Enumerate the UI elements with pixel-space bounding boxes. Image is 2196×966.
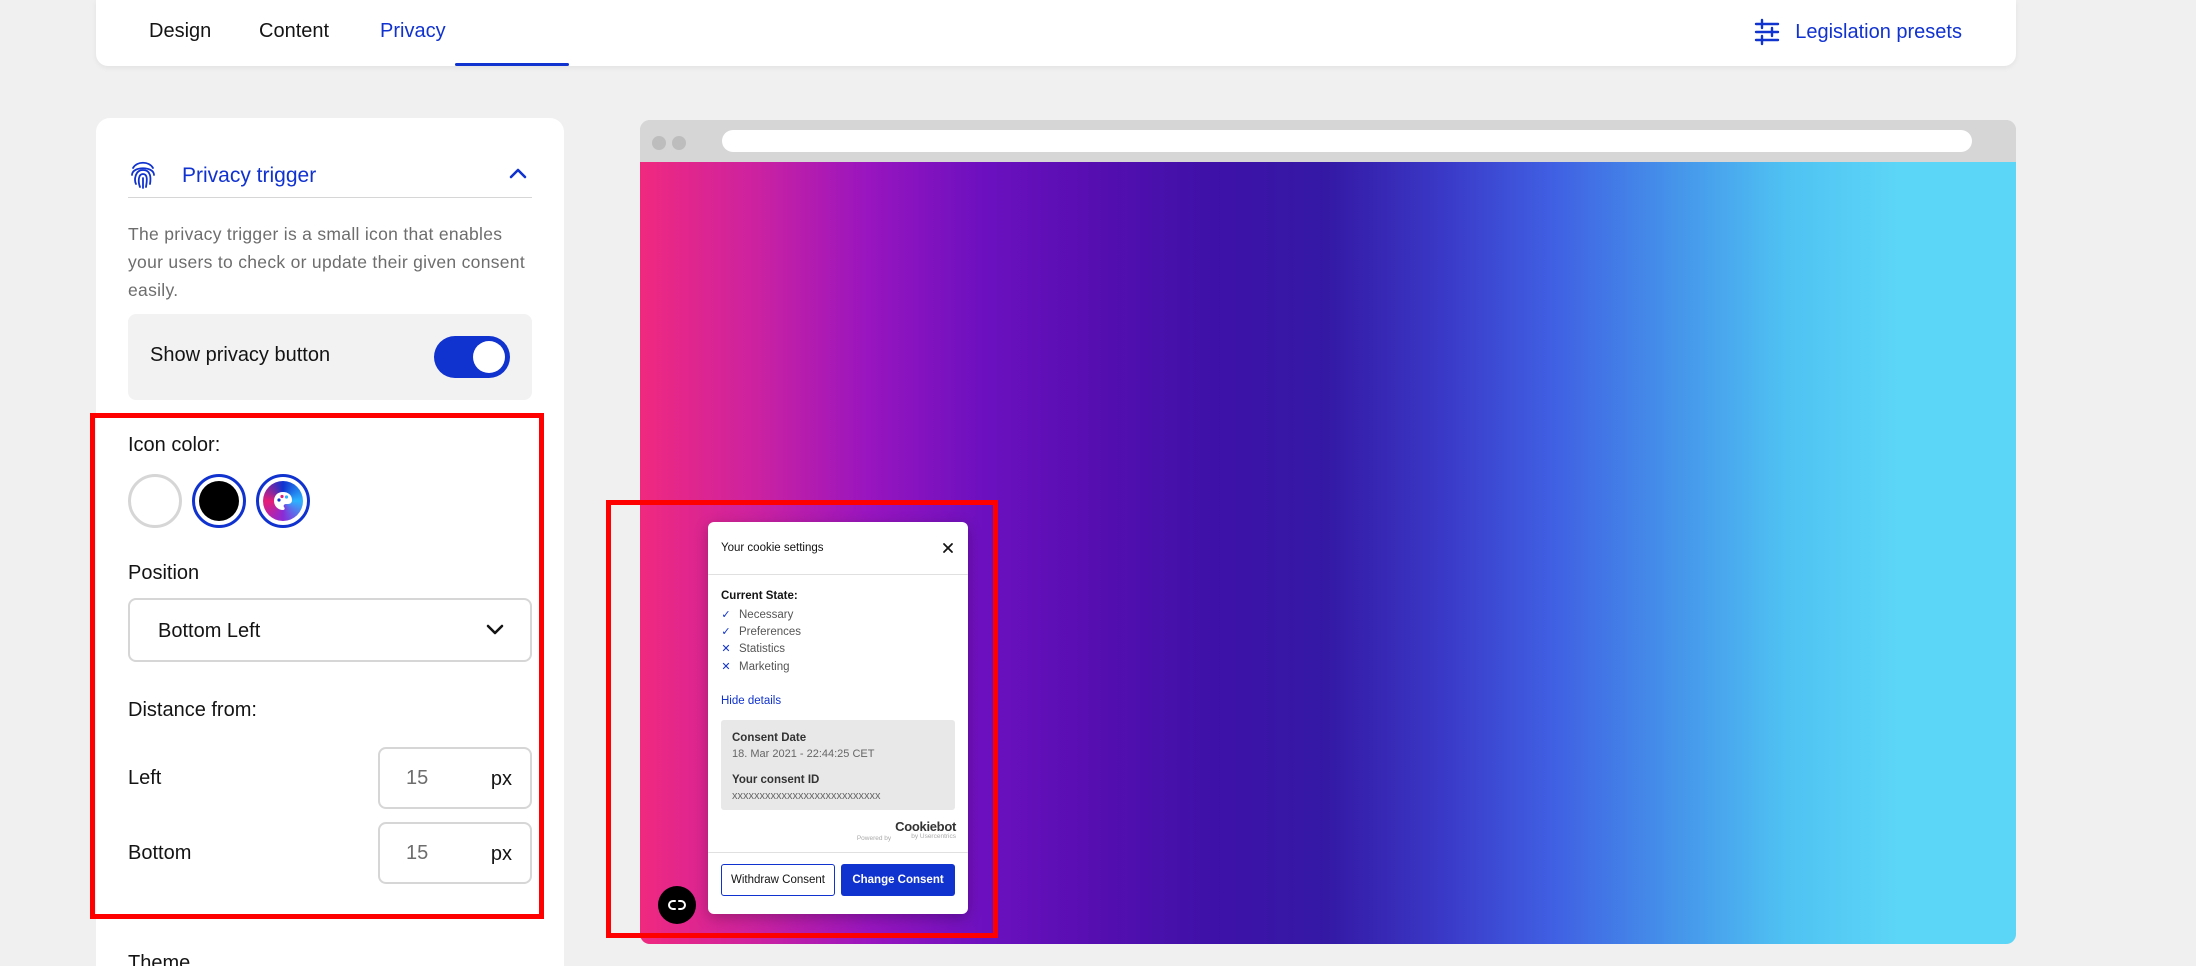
theme-label: Theme xyxy=(128,952,191,966)
gradient-stripe xyxy=(1557,162,1673,944)
check-icon: ✓ xyxy=(721,626,731,638)
consent-link-icon xyxy=(668,900,686,910)
check-icon: ✓ xyxy=(721,609,731,621)
consent-item-label: Necessary xyxy=(739,608,794,621)
gradient-stripe xyxy=(1328,162,1443,944)
consent-id-label: Your consent ID xyxy=(732,774,820,786)
consent-date-value: 18. Mar 2021 - 22:44:25 CET xyxy=(732,748,875,760)
consent-details-box: Consent Date 18. Mar 2021 - 22:44:25 CET… xyxy=(721,720,955,810)
consent-item-necessary: ✓ Necessary xyxy=(721,608,794,622)
consent-item-label: Preferences xyxy=(739,625,802,638)
close-icon[interactable] xyxy=(942,542,954,554)
privacy-trigger-header[interactable]: Privacy trigger xyxy=(128,138,532,198)
consent-date-label: Consent Date xyxy=(732,732,807,744)
tab-design[interactable]: Design xyxy=(149,20,211,43)
toggle-knob xyxy=(473,341,505,373)
change-consent-button[interactable]: Change Consent xyxy=(841,864,955,896)
chevron-up-icon[interactable] xyxy=(508,166,528,180)
position-select[interactable]: Bottom Left xyxy=(128,598,532,662)
consent-id-value: xxxxxxxxxxxxxxxxxxxxxxxxxxx xyxy=(732,790,881,802)
bottom-distance-input[interactable] xyxy=(406,842,466,865)
palette-icon xyxy=(274,492,292,510)
window-dot xyxy=(652,136,666,150)
cross-icon: ✕ xyxy=(721,661,731,673)
consent-item-marketing: ✕ Marketing xyxy=(721,660,790,674)
withdraw-consent-button[interactable]: Withdraw Consent xyxy=(721,864,835,896)
panel-description: The privacy trigger is a small icon that… xyxy=(128,224,525,300)
tab-content[interactable]: Content xyxy=(259,20,329,43)
popup-title: Your cookie settings xyxy=(721,542,824,554)
left-distance-label: Left xyxy=(128,767,162,789)
privacy-settings-panel: Privacy trigger The privacy trigger is a… xyxy=(96,118,564,966)
sliders-icon xyxy=(1755,18,1780,46)
legislation-presets-button[interactable]: Legislation presets xyxy=(1753,18,1962,46)
current-state-label: Current State: xyxy=(721,590,798,602)
fingerprint-icon xyxy=(131,161,155,189)
active-tab-indicator xyxy=(455,63,569,66)
gradient-stripe xyxy=(1672,162,1787,944)
divider xyxy=(708,574,968,575)
cross-icon: ✕ xyxy=(721,643,731,655)
hide-details-link[interactable]: Hide details xyxy=(721,695,781,707)
consent-item-statistics: ✕ Statistics xyxy=(721,642,786,656)
gradient-stripe xyxy=(1786,162,1902,944)
distance-from-label: Distance from: xyxy=(128,699,257,721)
tab-privacy[interactable]: Privacy xyxy=(380,20,446,43)
gradient-stripe xyxy=(1901,162,2016,944)
bottom-distance-field: px xyxy=(378,822,532,884)
show-privacy-button-row: Show privacy button xyxy=(128,314,532,400)
browser-toolbar xyxy=(640,120,2016,162)
cookie-settings-popup: Your cookie settings Current State: ✓ Ne… xyxy=(708,522,968,914)
left-distance-input[interactable] xyxy=(406,767,466,790)
address-bar xyxy=(722,130,1972,152)
show-privacy-button-label: Show privacy button xyxy=(150,344,331,366)
icon-color-black-swatch[interactable] xyxy=(192,474,246,528)
left-distance-field: px xyxy=(378,747,532,809)
position-label: Position xyxy=(128,562,200,584)
cookiebot-logo: Cookiebot xyxy=(895,819,956,834)
icon-color-label: Icon color: xyxy=(128,434,221,456)
panel-title: Privacy trigger xyxy=(182,164,317,187)
show-privacy-button-toggle[interactable] xyxy=(434,336,510,378)
window-dot xyxy=(672,136,686,150)
powered-by-label: Powered by xyxy=(856,835,892,842)
gradient-stripe xyxy=(1213,162,1329,944)
bottom-distance-label: Bottom xyxy=(128,842,192,864)
consent-item-label: Marketing xyxy=(739,660,790,673)
consent-item-preferences: ✓ Preferences xyxy=(721,625,802,639)
px-unit-label: px xyxy=(490,843,512,865)
icon-color-custom-swatch[interactable] xyxy=(256,474,310,528)
gradient-stripe xyxy=(1098,162,1214,944)
privacy-trigger-button[interactable] xyxy=(658,886,696,924)
consent-item-label: Statistics xyxy=(739,642,786,655)
gradient-stripe xyxy=(1442,162,1558,944)
position-select-value: Bottom Left xyxy=(158,620,261,642)
legislation-presets-label: Legislation presets xyxy=(1795,20,1962,43)
top-tab-bar: Design Content Privacy Legislation prese… xyxy=(96,0,2016,66)
gradient-stripe xyxy=(984,162,1099,944)
chevron-down-icon xyxy=(486,624,504,635)
powered-by-cookiebot: Powered by Cookiebot by Usercentrics xyxy=(856,819,956,842)
divider xyxy=(708,852,968,853)
icon-color-white-swatch[interactable] xyxy=(128,474,182,528)
px-unit-label: px xyxy=(490,768,512,790)
brand-subtitle: by Usercentrics xyxy=(911,833,956,840)
